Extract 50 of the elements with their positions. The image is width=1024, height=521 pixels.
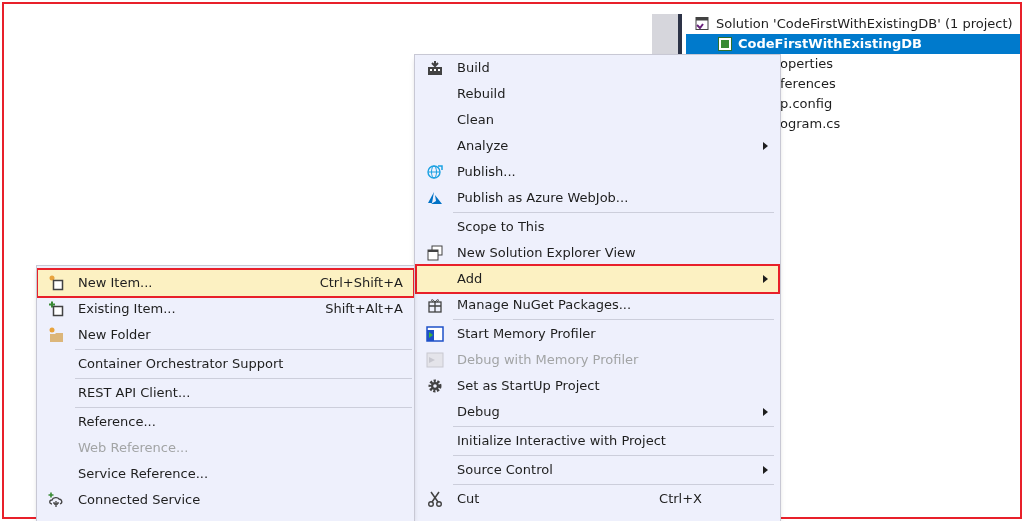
menu-item[interactable]: Container Orchestrator Support [38, 351, 413, 377]
tree-item-label: ferences [780, 76, 836, 92]
package-icon [427, 297, 443, 313]
menu-item[interactable]: Analyze [417, 133, 778, 159]
build-icon [427, 60, 443, 76]
profiler-icon [426, 326, 444, 342]
scissors-icon [427, 491, 443, 507]
project-icon [718, 37, 732, 51]
tree-item-label: p.config [780, 96, 833, 112]
menu-item[interactable]: Rebuild [417, 81, 778, 107]
tree-item[interactable]: Solution 'CodeFirstWithExistingDB' (1 project) [686, 14, 1020, 34]
azure-icon [427, 190, 443, 206]
tree-item[interactable]: CodeFirstWithExistingDB [686, 34, 1020, 54]
menu-item[interactable]: Initialize Interactive with Project [417, 428, 778, 454]
menu-item[interactable]: Clean [417, 107, 778, 133]
menu-item[interactable]: Set as StartUp Project [417, 373, 778, 399]
windows-icon [427, 245, 443, 261]
new-item-icon [48, 275, 64, 291]
menu-item[interactable]: Scope to This [417, 214, 778, 240]
menu-item[interactable]: Add [417, 266, 778, 292]
menu-item[interactable]: Source Control [417, 457, 778, 483]
cloud-plug-icon [48, 492, 64, 508]
menu-item[interactable]: Cut Ctrl+X [417, 486, 778, 512]
tree-item-label: CodeFirstWithExistingDB [738, 36, 922, 52]
menu-item[interactable]: Connected Service [38, 487, 413, 513]
menu-item[interactable]: Service Reference... [38, 461, 413, 487]
menu-item[interactable]: Start Memory Profiler [417, 321, 778, 347]
menu-item[interactable]: New Item... Ctrl+Shift+A [38, 270, 413, 296]
menu-item[interactable]: New Solution Explorer View [417, 240, 778, 266]
gear-icon [427, 378, 443, 394]
shortcut-label: Shift+Alt+A [325, 300, 404, 319]
menu-item[interactable]: Manage NuGet Packages... [417, 292, 778, 318]
menu-item[interactable]: New Folder [38, 322, 413, 348]
menu-item[interactable]: REST API Client... [38, 380, 413, 406]
menu-item[interactable]: Build [417, 55, 778, 81]
tree-item-label: Solution 'CodeFirstWithExistingDB' (1 project) [716, 16, 1013, 32]
menu-item[interactable]: Publish... [417, 159, 778, 185]
menu-item[interactable]: Debug [417, 399, 778, 425]
tree-item-label: ogram.cs [780, 116, 841, 132]
menu-item[interactable]: Reference... [38, 409, 413, 435]
menu-item[interactable]: Publish as Azure WebJob... [417, 185, 778, 211]
globe-icon [427, 164, 443, 180]
menu-item[interactable]: Existing Item... Shift+Alt+A [38, 296, 413, 322]
add-item-icon [48, 301, 64, 317]
shortcut-label: Ctrl+X [659, 490, 703, 509]
profiler-icon [426, 352, 444, 368]
shortcut-label: Ctrl+Shift+A [319, 274, 404, 293]
new-folder-icon [48, 327, 64, 343]
tree-item-label: operties [780, 56, 834, 72]
solution-icon [694, 16, 710, 32]
